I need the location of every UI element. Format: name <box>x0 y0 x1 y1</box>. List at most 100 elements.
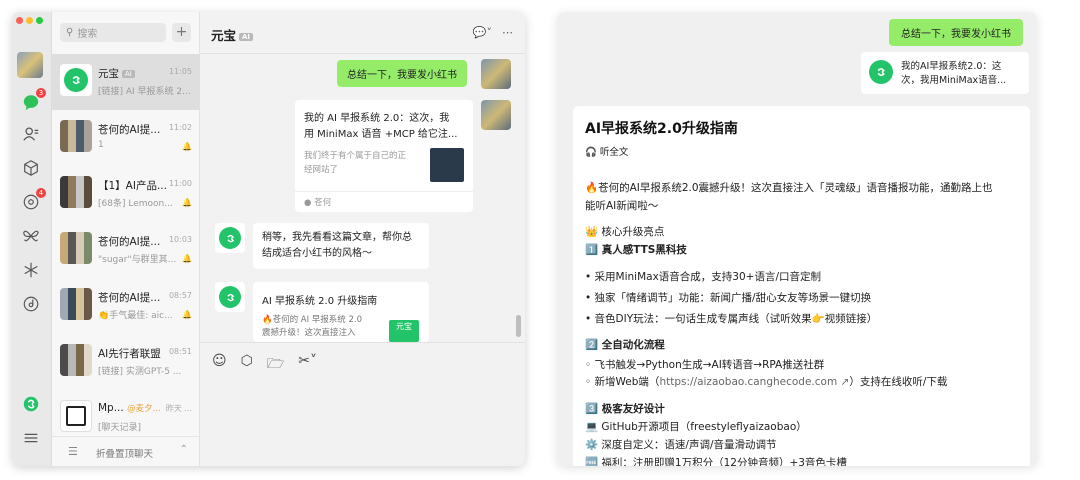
chat-time: 11:02 <box>168 123 192 132</box>
chat-name: AI先行者联盟 <box>98 348 161 360</box>
link-card[interactable]: 我的 AI 早报系统 2.0：这次，我 用 MiniMax 语音 +MCP 给它… <box>295 100 473 212</box>
scissors-icon[interactable]: ✂˅ <box>298 353 317 377</box>
minimize-dot[interactable] <box>26 17 33 24</box>
chat-time: 11:00 <box>168 179 192 188</box>
box-icon[interactable] <box>21 158 41 178</box>
doc-line: • 音色DIY玩法：一句话生成专属声线（试听效果👉视频链接） <box>585 313 878 325</box>
mute-icon: 🔔 <box>182 142 192 151</box>
mp-avatar <box>60 400 92 432</box>
group-avatar <box>60 176 92 208</box>
chat-panel: 元宝 AI 💬˅ ⋯ 总结一下，我要发小红书 我的 AI 早报系统 2.0：这次，… <box>200 12 525 466</box>
doc-line: 能听AI新闻啦～ <box>585 200 659 212</box>
mute-icon: 🔔 <box>182 198 192 207</box>
list-item[interactable]: 元宝 AI 11:05 [链接] AI 早报系统 2... <box>52 54 200 110</box>
summary-document: AI早报系统2.0升级指南 🎧 听全文 🔥苍何的AI早报系统2.0震撼升级！这次… <box>573 106 1030 466</box>
maximize-dot[interactable] <box>36 17 43 24</box>
chat-title: 元宝 AI <box>211 25 254 44</box>
self-avatar <box>481 59 511 89</box>
chat-icon[interactable]: 3 <box>21 88 46 112</box>
chat-name: 元宝 AI <box>98 66 168 81</box>
doc-title: AI早报系统2.0升级指南 <box>585 121 738 137</box>
chat-name: 【1】AI产品... <box>98 180 167 192</box>
group-avatar <box>60 120 92 152</box>
chat-time: 11:05 <box>168 67 192 76</box>
doc-line: • 独家「情绪调节」功能：新闻广播/甜心女友等场景一键切换 <box>585 292 872 304</box>
chat-preview: [链接] AI 早报系统 2... <box>98 87 191 97</box>
doc-heading: 3️⃣ 极客友好设计 <box>585 403 665 415</box>
collapse-label: 折叠置顶聊天 <box>96 449 154 460</box>
yuanbao-chat-panel: 总结一下，我要发小红书 我的AI早报系统2.0：这 次，我用MiniMax语音.… <box>557 12 1037 466</box>
chat-bubble-icon[interactable]: 💬˅ <box>473 26 492 39</box>
card-source: ● 苍何 <box>304 198 332 208</box>
link-card[interactable]: 我的AI早报系统2.0：这 次，我用MiniMax语音... <box>861 52 1029 94</box>
butterfly-icon[interactable] <box>21 226 41 246</box>
chat-list: ⚲ 搜索 + 元宝 AI 11:05 [链接] AI 早报系统 2... 苍何的A… <box>52 12 200 466</box>
self-avatar <box>481 100 511 130</box>
list-item[interactable]: 【1】AI产品... 11:00 [68条] Lemoon... 🔔 <box>52 166 200 222</box>
folder-icon[interactable]: 🗁 <box>267 353 284 377</box>
chat-badge: 3 <box>36 88 46 98</box>
yuanbao-app-icon[interactable] <box>21 394 41 414</box>
card-thumbnail: 元宝 <box>389 320 419 342</box>
headphones-icon: 🎧 <box>585 147 597 158</box>
chat-name: 苍何的AI提... <box>98 236 161 248</box>
mute-icon: 🔔 <box>182 254 192 263</box>
chat-header: 元宝 AI 💬˅ ⋯ <box>200 12 525 54</box>
doc-line: • 采用MiniMax语音合成，支持30+语言/口音定制 <box>585 271 821 283</box>
scrollbar[interactable] <box>516 315 521 337</box>
doc-line: ⚙️ 深度自定义：语速/声调/音量滑动调节 <box>585 439 777 451</box>
sparkle-icon[interactable] <box>21 260 41 280</box>
doc-line: 🔥苍何的AI早报系统2.0震撼升级！这次直接注入「灵魂级」语音播报功能，通勤路上… <box>585 182 993 194</box>
moments-icon[interactable]: 4 <box>21 188 46 212</box>
chat-time: 昨天 ... <box>165 404 192 413</box>
chevron-up-icon: ⌃ <box>179 444 188 455</box>
menu-icon[interactable] <box>21 428 41 448</box>
listen-button[interactable]: 🎧 听全文 <box>585 144 628 158</box>
group-avatar <box>60 232 92 264</box>
assistant-message: 稍等，我先看看这篇文章，帮你总 结成适合小红书的风格～ <box>253 223 429 269</box>
doc-heading: 1️⃣ 真人感TTS黑科技 <box>585 244 687 256</box>
doc-line: ◦ 飞书触发→Python生成→AI转语音→RPA推送社群 <box>585 359 825 371</box>
mute-icon: 🔔 <box>182 310 192 319</box>
search-icon: ⚲ <box>66 27 74 38</box>
chat-name: 苍何的AI提... <box>98 292 161 304</box>
doc-line: 💻 GitHub开源项目（freestyleflyaizaobao） <box>585 421 807 433</box>
yuanbao-avatar <box>215 282 245 312</box>
chat-time: 08:51 <box>168 347 192 356</box>
search-input[interactable]: ⚲ 搜索 <box>60 23 166 42</box>
moments-badge: 4 <box>36 188 46 198</box>
chat-preview: [聊天记录] <box>98 423 142 433</box>
group-avatar <box>60 344 92 376</box>
list-item[interactable]: 苍何的AI提... 11:02 1 🔔 <box>52 110 200 166</box>
window-controls <box>16 17 43 24</box>
chat-preview: "sugar"与群里其... <box>98 255 177 265</box>
list-icon: ☰ <box>68 445 78 458</box>
doc-line: 👑 核心升级亮点 <box>585 226 665 238</box>
user-avatar[interactable] <box>17 52 43 78</box>
doc-heading: 2️⃣ 全自动化流程 <box>585 339 665 351</box>
music-icon[interactable] <box>21 294 41 314</box>
user-message: 总结一下，我要发小红书 <box>889 19 1023 46</box>
link-card[interactable]: AI 早报系统 2.0 升级指南 🔥苍何的 AI 早报系统 2.0 震撼升级！这… <box>253 282 429 342</box>
collapse-pinned-bar[interactable]: ☰ 折叠置顶聊天 ⌃ <box>52 436 200 466</box>
wechat-window: 3 4 ⚲ 搜索 + 元宝 AI 11:05 [链接] AI 早报系统 2...… <box>12 12 525 466</box>
chat-name: Mp... @麦夕... <box>98 402 161 414</box>
chat-time: 10:03 <box>168 235 192 244</box>
box-icon[interactable]: ⬡ <box>241 353 253 377</box>
list-item[interactable]: 苍何的AI提... 08:57 👏手气最佳: aic... 🔔 <box>52 278 200 334</box>
contacts-icon[interactable] <box>21 124 41 144</box>
doc-line: ◦ 新增Web端（https://aizaobao.canghecode.com… <box>585 376 948 388</box>
composer: ☺ ⬡ 🗁 ✂˅ <box>200 342 525 466</box>
add-button[interactable]: + <box>172 23 191 42</box>
list-item[interactable]: 苍何的AI提... 10:03 "sugar"与群里其... 🔔 <box>52 222 200 278</box>
site-link[interactable]: https://aizaobao.canghecode.com ↗ <box>659 376 849 388</box>
composer-tools: ☺ ⬡ 🗁 ✂˅ <box>212 353 317 377</box>
close-dot[interactable] <box>16 17 23 24</box>
more-icon[interactable]: ⋯ <box>502 26 513 39</box>
emoji-icon[interactable]: ☺ <box>212 353 227 377</box>
list-item[interactable]: AI先行者联盟 08:51 [链接] 实测GPT-5 ... <box>52 334 200 390</box>
chat-name: 苍何的AI提... <box>98 124 161 136</box>
header-actions: 💬˅ ⋯ <box>473 26 513 39</box>
group-avatar <box>60 288 92 320</box>
chat-preview: 👏手气最佳: aic... <box>98 311 173 321</box>
